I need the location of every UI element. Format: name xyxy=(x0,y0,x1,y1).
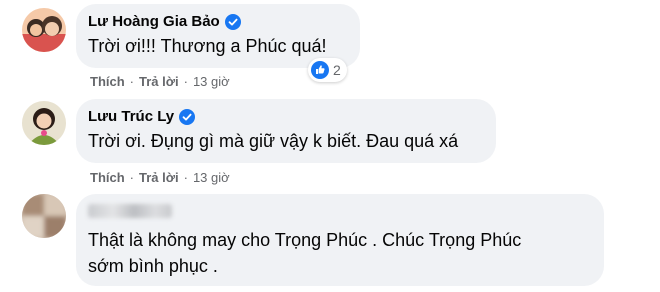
author-name[interactable]: Lưu Trúc Ly xyxy=(88,108,196,125)
separator: · xyxy=(183,74,188,89)
comment-actions: Thích · Trả lời · 13 giờ xyxy=(90,74,230,89)
comment-actions: Thích · Trả lời · 13 giờ xyxy=(90,170,230,185)
separator: · xyxy=(183,170,188,185)
separator: · xyxy=(129,170,135,185)
like-button[interactable]: Thích xyxy=(90,170,125,185)
avatar-photo xyxy=(22,101,66,145)
reaction-count[interactable]: 2 xyxy=(308,58,347,82)
separator: · xyxy=(129,74,135,89)
avatar-photo xyxy=(22,8,66,52)
avatar[interactable] xyxy=(22,101,66,145)
timestamp[interactable]: 13 giờ xyxy=(193,74,230,89)
comment-1: Lư Hoàng Gia Bảo Trời ơi!!! Thương a Phú… xyxy=(0,0,660,95)
comment-text: Trời ơi. Đụng gì mà giữ vậy k biết. Đau … xyxy=(88,131,459,151)
avatar-photo xyxy=(22,194,66,238)
comment-text-line-1: Thật là không may cho Trọng Phúc . Chúc … xyxy=(88,230,522,250)
comment-text-line-2: sớm bình phục . xyxy=(88,256,218,276)
avatar-blurred[interactable] xyxy=(22,194,66,238)
timestamp[interactable]: 13 giờ xyxy=(193,170,230,185)
reaction-count-value: 2 xyxy=(333,62,341,78)
comment-text: Trời ơi!!! Thương a Phúc quá! xyxy=(88,36,327,56)
comment-3: Thật là không may cho Trọng Phúc . Chúc … xyxy=(0,190,660,292)
like-icon xyxy=(311,61,329,79)
reply-button[interactable]: Trả lời xyxy=(139,170,179,185)
verified-badge-icon xyxy=(224,13,241,30)
comment-bubble: Thật là không may cho Trọng Phúc . Chúc … xyxy=(76,194,604,286)
comment-2: Lưu Trúc Ly Trời ơi. Đụng gì mà giữ vậy … xyxy=(0,95,660,190)
author-name-text[interactable]: Lư Hoàng Gia Bảo xyxy=(88,13,220,30)
avatar[interactable] xyxy=(22,8,66,52)
like-button[interactable]: Thích xyxy=(90,74,125,89)
author-name[interactable]: Lư Hoàng Gia Bảo xyxy=(88,13,241,30)
verified-badge-icon xyxy=(179,108,196,125)
reply-button[interactable]: Trả lời xyxy=(139,74,179,89)
author-name-redacted xyxy=(88,204,172,218)
author-name-text[interactable]: Lưu Trúc Ly xyxy=(88,108,174,125)
comment-bubble: Lưu Trúc Ly Trời ơi. Đụng gì mà giữ vậy … xyxy=(76,99,496,163)
